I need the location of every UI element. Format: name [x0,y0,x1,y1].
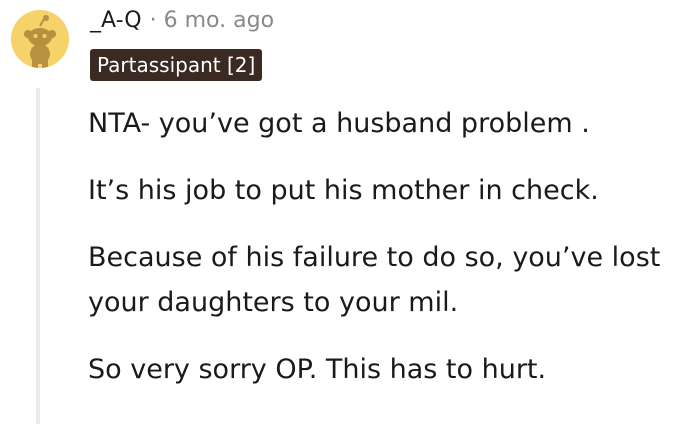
comment-header: _A-Q · 6 mo. ago [90,6,274,34]
avatar[interactable] [11,10,69,68]
comment-paragraph: NTA- you’ve got a husband problem . [88,108,590,139]
user-flair-badge: Partassipant [2] [90,49,263,81]
comment-paragraph: Because of his failure to do so, you’ve … [88,242,661,318]
snoo-avatar-icon [11,10,69,68]
timestamp[interactable]: 6 mo. ago [164,8,274,33]
comment-paragraph: It’s his job to put his mother in check. [88,175,599,206]
comment-paragraph: So very sorry OP. This has to hurt. [88,354,547,385]
comment-body: NTA- you’ve got a husband problem . It’s… [88,101,688,414]
username-link[interactable]: _A-Q [90,8,142,33]
thread-collapse-line[interactable] [36,88,40,424]
meta-separator: · [149,7,157,33]
